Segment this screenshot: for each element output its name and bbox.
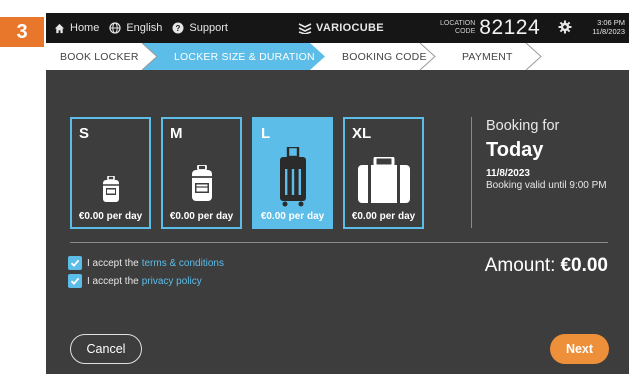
language-label: English xyxy=(126,22,163,34)
checkmark-icon xyxy=(70,277,80,285)
booking-info: Booking for Today 11/8/2023 Booking vali… xyxy=(486,118,607,191)
clock-time: 3:06 PM xyxy=(597,18,625,27)
vertical-divider xyxy=(471,117,472,228)
size-letter: XL xyxy=(352,125,372,142)
step-payment: PAYMENT xyxy=(462,50,513,63)
size-letter: M xyxy=(170,125,183,142)
gear-icon xyxy=(558,20,572,34)
home-icon xyxy=(54,23,65,33)
terms-link[interactable]: terms & conditions xyxy=(142,258,224,269)
clock: 3:06 PM 11/8/2023 xyxy=(592,18,625,36)
step-number-badge: 3 xyxy=(0,17,44,47)
size-option-m[interactable]: M €0.00 per day xyxy=(161,117,242,229)
backpack-medium-icon xyxy=(163,164,240,206)
size-price: €0.00 per day xyxy=(260,211,325,222)
amount-label: Amount: xyxy=(484,255,556,276)
terms-checkbox-row: I accept the terms & conditions xyxy=(68,256,224,270)
size-option-s[interactable]: S €0.00 per day xyxy=(70,117,151,229)
language-button[interactable]: English xyxy=(109,13,162,43)
cancel-button[interactable]: Cancel xyxy=(70,334,142,364)
booking-day: Today xyxy=(486,139,544,161)
backpack-small-icon xyxy=(72,175,149,207)
horizontal-divider xyxy=(70,242,608,243)
support-label: Support xyxy=(189,22,228,34)
home-label: Home xyxy=(70,22,100,34)
step-booking-code: BOOKING CODE xyxy=(342,50,427,63)
step-progress: BOOK LOCKER LOCKER SIZE & DURATION BOOKI… xyxy=(46,43,629,70)
size-letter: S xyxy=(79,125,90,142)
size-option-l[interactable]: L €0.00 per day xyxy=(252,117,333,229)
amount-display: Amount: €0.00 xyxy=(485,255,608,277)
step-book-locker: BOOK LOCKER xyxy=(60,50,139,63)
size-price: €0.00 per day xyxy=(351,211,416,222)
privacy-checkbox[interactable] xyxy=(68,274,82,288)
privacy-link[interactable]: privacy policy xyxy=(142,276,202,287)
size-letter: L xyxy=(261,125,271,142)
location-label-line2: CODE xyxy=(455,28,476,35)
checkmark-icon xyxy=(70,259,80,267)
size-price: €0.00 per day xyxy=(78,211,143,222)
globe-icon xyxy=(109,22,121,34)
briefcase-icon xyxy=(345,155,422,208)
size-option-xl[interactable]: XL €0.00 per day xyxy=(343,117,424,229)
help-icon: ? xyxy=(172,22,184,34)
booking-valid-text: Booking valid until 9:00 PM xyxy=(486,180,607,191)
booking-for-label: Booking for xyxy=(486,118,560,134)
location-label-line1: LOCATION xyxy=(440,20,476,27)
brand-name: VARIOCUBE xyxy=(316,22,384,34)
brand-logo: VARIOCUBE xyxy=(298,13,384,43)
home-button[interactable]: Home xyxy=(54,13,99,43)
terms-checkbox[interactable] xyxy=(68,256,82,270)
size-price: €0.00 per day xyxy=(169,211,234,222)
variocube-logo-icon xyxy=(298,23,312,34)
next-button[interactable]: Next xyxy=(550,334,609,364)
suitcase-icon xyxy=(254,145,331,212)
svg-text:?: ? xyxy=(176,24,181,33)
terms-prefix: I accept the xyxy=(87,257,139,269)
support-button[interactable]: ? Support xyxy=(172,13,228,43)
privacy-checkbox-row: I accept the privacy policy xyxy=(68,274,202,288)
amount-value: €0.00 xyxy=(560,255,608,276)
location-code: LOCATION CODE 82124 xyxy=(440,13,540,43)
booking-date: 11/8/2023 xyxy=(486,168,530,179)
clock-date: 11/8/2023 xyxy=(592,27,625,36)
top-bar: Home English ? Support VARIOCUBE LOCATIO… xyxy=(46,13,629,43)
step-locker-size-duration: LOCKER SIZE & DURATION xyxy=(174,50,315,63)
settings-button[interactable] xyxy=(558,20,572,37)
kiosk-screen: Home English ? Support VARIOCUBE LOCATIO… xyxy=(46,13,629,374)
kiosk-screenshot: 3 Home English ? Support VARIOCUBE LOCAT… xyxy=(0,0,629,374)
location-code-value: 82124 xyxy=(479,16,541,39)
privacy-prefix: I accept the xyxy=(87,275,139,287)
